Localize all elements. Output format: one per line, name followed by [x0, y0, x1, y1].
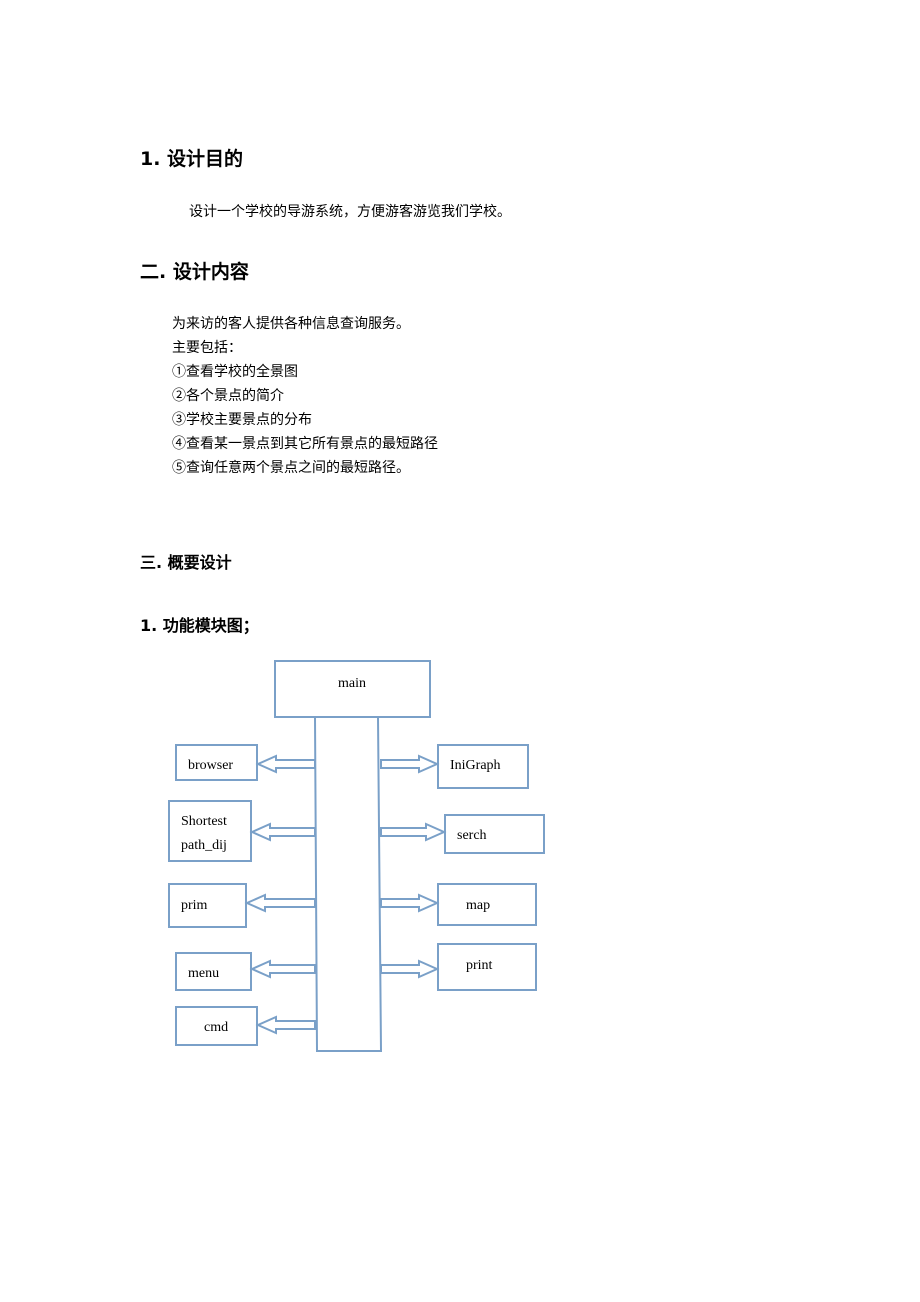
right-module: serch [380, 814, 545, 854]
module-label: menu [188, 966, 219, 981]
right-module: IniGraph [380, 744, 529, 789]
left-module: Shortest path_dij [168, 800, 316, 862]
arrow-icon [380, 822, 447, 842]
module-label: map [466, 898, 490, 913]
module-label: IniGraph [450, 758, 501, 773]
left-module: cmd [175, 1006, 316, 1046]
module-label: print [466, 958, 493, 973]
arrow-icon [255, 754, 316, 774]
arrow-icon [380, 893, 440, 913]
arrow-icon [249, 959, 316, 979]
arrow-icon [249, 822, 316, 842]
arrow-icon [380, 959, 440, 979]
arrow-icon [244, 893, 316, 913]
module-label: prim [181, 898, 208, 913]
arrow-icon [255, 1015, 316, 1035]
function-module-diagram: main browserShortestpath_dijprimmenucmd … [168, 660, 545, 1052]
module-label: Shortest [181, 814, 227, 829]
left-module: browser [175, 744, 316, 781]
module-label: path_dij [181, 838, 227, 853]
module-label: serch [457, 828, 487, 843]
right-module: map [380, 883, 537, 926]
left-module: prim [168, 883, 316, 928]
left-module: menu [175, 952, 316, 991]
main-module-label: main [338, 676, 366, 691]
module-label: browser [188, 758, 233, 773]
arrow-icon [380, 754, 440, 774]
right-module: print [380, 943, 537, 991]
module-label: cmd [204, 1020, 228, 1035]
main-trunk [314, 716, 383, 1052]
